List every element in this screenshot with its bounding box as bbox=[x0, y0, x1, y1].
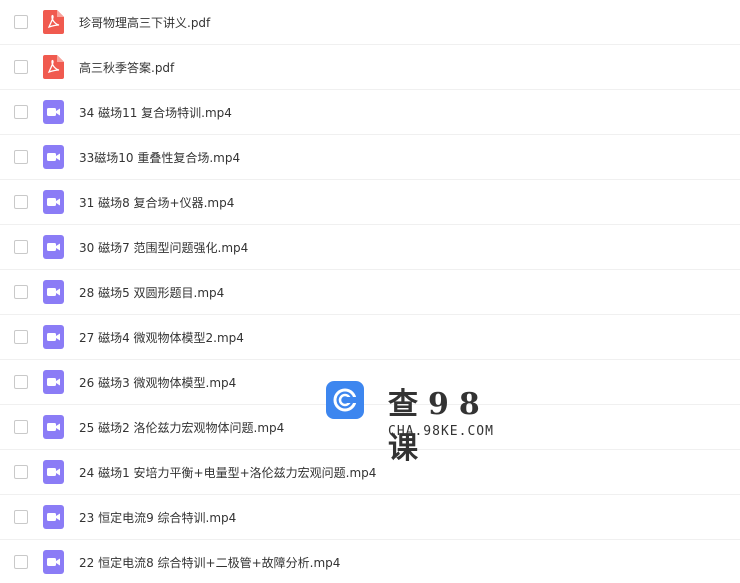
file-row[interactable]: 28 磁场5 双圆形题目.mp4 bbox=[0, 270, 740, 315]
pdf-file-icon bbox=[43, 10, 64, 34]
video-file-icon bbox=[43, 415, 64, 439]
file-row[interactable]: 25 磁场2 洛伦兹力宏观物体问题.mp4 bbox=[0, 405, 740, 450]
video-file-icon bbox=[43, 235, 64, 259]
file-checkbox[interactable] bbox=[14, 60, 28, 74]
file-row[interactable]: 22 恒定电流8 综合特训+二极管+故障分析.mp4 bbox=[0, 540, 740, 583]
file-row[interactable]: 27 磁场4 微观物体模型2.mp4 bbox=[0, 315, 740, 360]
video-file-icon bbox=[43, 145, 64, 169]
file-checkbox[interactable] bbox=[14, 330, 28, 344]
file-checkbox[interactable] bbox=[14, 240, 28, 254]
file-row[interactable]: 33磁场10 重叠性复合场.mp4 bbox=[0, 135, 740, 180]
file-name[interactable]: 26 磁场3 微观物体模型.mp4 bbox=[79, 374, 236, 391]
file-checkbox[interactable] bbox=[14, 375, 28, 389]
video-file-icon bbox=[43, 505, 64, 529]
file-checkbox[interactable] bbox=[14, 15, 28, 29]
video-file-icon bbox=[43, 280, 64, 304]
file-checkbox[interactable] bbox=[14, 195, 28, 209]
file-name[interactable]: 24 磁场1 安培力平衡+电量型+洛伦兹力宏观问题.mp4 bbox=[79, 464, 376, 481]
file-checkbox[interactable] bbox=[14, 465, 28, 479]
video-file-icon bbox=[43, 100, 64, 124]
file-row[interactable]: 34 磁场11 复合场特训.mp4 bbox=[0, 90, 740, 135]
file-row[interactable]: 30 磁场7 范围型问题强化.mp4 bbox=[0, 225, 740, 270]
file-row[interactable]: 23 恒定电流9 综合特训.mp4 bbox=[0, 495, 740, 540]
file-checkbox[interactable] bbox=[14, 555, 28, 569]
video-file-icon bbox=[43, 190, 64, 214]
file-checkbox[interactable] bbox=[14, 285, 28, 299]
file-name[interactable]: 28 磁场5 双圆形题目.mp4 bbox=[79, 284, 224, 301]
file-row[interactable]: 26 磁场3 微观物体模型.mp4 bbox=[0, 360, 740, 405]
file-checkbox[interactable] bbox=[14, 105, 28, 119]
file-name[interactable]: 22 恒定电流8 综合特训+二极管+故障分析.mp4 bbox=[79, 554, 340, 571]
file-checkbox[interactable] bbox=[14, 510, 28, 524]
file-row[interactable]: 珍哥物理高三下讲义.pdf bbox=[0, 0, 740, 45]
video-file-icon bbox=[43, 550, 64, 574]
file-name[interactable]: 31 磁场8 复合场+仪器.mp4 bbox=[79, 194, 234, 211]
file-name[interactable]: 27 磁场4 微观物体模型2.mp4 bbox=[79, 329, 244, 346]
file-name[interactable]: 25 磁场2 洛伦兹力宏观物体问题.mp4 bbox=[79, 419, 284, 436]
file-row[interactable]: 31 磁场8 复合场+仪器.mp4 bbox=[0, 180, 740, 225]
file-checkbox[interactable] bbox=[14, 150, 28, 164]
video-file-icon bbox=[43, 325, 64, 349]
file-name[interactable]: 30 磁场7 范围型问题强化.mp4 bbox=[79, 239, 248, 256]
video-file-icon bbox=[43, 370, 64, 394]
file-name[interactable]: 23 恒定电流9 综合特训.mp4 bbox=[79, 509, 236, 526]
file-checkbox[interactable] bbox=[14, 420, 28, 434]
video-file-icon bbox=[43, 460, 64, 484]
file-name[interactable]: 高三秋季答案.pdf bbox=[79, 59, 174, 76]
file-row[interactable]: 高三秋季答案.pdf bbox=[0, 45, 740, 90]
file-name[interactable]: 珍哥物理高三下讲义.pdf bbox=[79, 14, 210, 31]
pdf-file-icon bbox=[43, 55, 64, 79]
file-name[interactable]: 33磁场10 重叠性复合场.mp4 bbox=[79, 149, 240, 166]
file-name[interactable]: 34 磁场11 复合场特训.mp4 bbox=[79, 104, 232, 121]
file-list: 珍哥物理高三下讲义.pdf 高三秋季答案.pdf 34 磁场11 复合场特训.mp4… bbox=[0, 0, 740, 583]
file-row[interactable]: 24 磁场1 安培力平衡+电量型+洛伦兹力宏观问题.mp4 bbox=[0, 450, 740, 495]
